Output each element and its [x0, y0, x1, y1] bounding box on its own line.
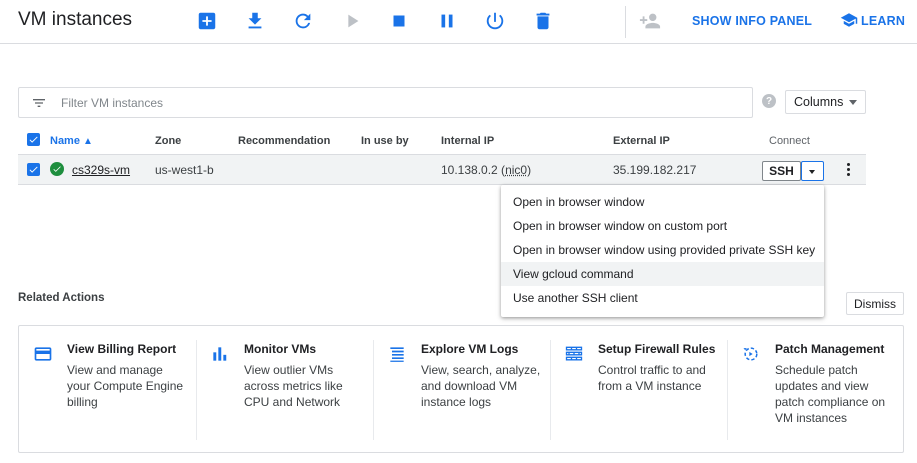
card-desc-line: Schedule patch — [775, 363, 858, 377]
card-desc-line: billing — [67, 395, 98, 409]
card-desc-line: VM instances — [775, 411, 848, 425]
column-header-external-ip[interactable]: External IP — [613, 135, 670, 147]
card-title: Setup Firewall Rules — [598, 342, 716, 356]
vm-name[interactable]: cs329s-vm — [72, 163, 130, 177]
suspend-icon[interactable] — [435, 9, 459, 33]
card-desc-line: instance logs — [421, 395, 492, 409]
card-title: Explore VM Logs — [421, 342, 519, 356]
card-description: View outlier VMs across metrics like CPU… — [244, 362, 343, 410]
column-header-name[interactable]: Name ▲ — [50, 135, 93, 147]
credit-card-icon — [33, 344, 53, 364]
menu-item-open-browser-private-key[interactable]: Open in browser window using provided pr… — [501, 238, 824, 262]
columns-label: Columns — [794, 95, 844, 109]
menu-item-view-gcloud-command[interactable]: View gcloud command — [501, 262, 824, 286]
reset-power-icon[interactable] — [483, 9, 507, 33]
menu-item-open-browser[interactable]: Open in browser window — [501, 190, 824, 214]
related-actions-title: Related Actions — [18, 292, 105, 304]
filter-icon — [33, 99, 45, 107]
card-explore-logs[interactable]: Explore VM Logs View, search, analyze, a… — [373, 326, 550, 452]
more-vert-icon[interactable] — [844, 162, 854, 178]
top-bar: VM instances SHOW INFO PANEL LEARN — [0, 0, 917, 44]
card-firewall-rules[interactable]: Setup Firewall Rules Control traffic to … — [550, 326, 727, 452]
column-name-label: Name — [50, 135, 80, 147]
column-header-in-use-by[interactable]: In use by — [361, 135, 409, 147]
table-row[interactable]: cs329s-vm us-west1-b 10.138.0.2 (nic0) 3… — [18, 155, 866, 185]
ssh-options-menu: Open in browser window Open in browser w… — [501, 185, 824, 317]
card-desc-line: Control traffic to and — [598, 363, 706, 377]
refresh-icon[interactable] — [291, 9, 315, 33]
card-monitor-vms[interactable]: Monitor VMs View outlier VMs across metr… — [196, 326, 373, 452]
card-desc-line: and download VM — [421, 379, 518, 393]
page-title: VM instances — [18, 9, 133, 30]
delete-icon[interactable] — [531, 9, 555, 33]
internal-ip-value: 10.138.0.2 — [441, 163, 498, 177]
help-icon[interactable]: ? — [762, 94, 776, 108]
card-desc-line: across metrics like — [244, 379, 343, 393]
firewall-icon — [564, 344, 584, 364]
filter-bar — [18, 87, 753, 118]
table-header: Name ▲ Zone Recommendation In use by Int… — [18, 127, 866, 155]
sort-ascending-icon: ▲ — [83, 136, 93, 147]
card-title: Patch Management — [775, 342, 885, 356]
card-desc-line: CPU and Network — [244, 395, 341, 409]
card-desc-line: updates and view — [775, 379, 869, 393]
column-header-recommendation[interactable]: Recommendation — [238, 135, 330, 147]
ssh-button[interactable]: SSH — [762, 161, 801, 181]
card-desc-line: View, search, analyze, — [421, 363, 541, 377]
card-desc-line: View and manage — [67, 363, 163, 377]
card-description: Schedule patch updates and view patch co… — [775, 362, 885, 426]
card-title: Monitor VMs — [244, 342, 316, 356]
start-icon[interactable] — [340, 9, 364, 33]
card-billing-report[interactable]: View Billing Report View and manage your… — [19, 326, 196, 452]
bar-chart-icon — [210, 344, 230, 364]
card-desc-line: your Compute Engine — [67, 379, 184, 393]
card-desc-line: View outlier VMs — [244, 363, 334, 377]
show-info-panel-button[interactable]: SHOW INFO PANEL — [692, 14, 812, 28]
card-description: Control traffic to and from a VM instanc… — [598, 362, 706, 394]
status-running-icon — [50, 162, 64, 176]
vm-name-link[interactable]: cs329s-vm — [72, 163, 130, 177]
row-checkbox[interactable] — [27, 163, 40, 176]
ssh-dropdown-button[interactable] — [801, 161, 824, 181]
menu-item-open-browser-custom-port[interactable]: Open in browser window on custom port — [501, 214, 824, 238]
column-header-internal-ip[interactable]: Internal IP — [441, 135, 494, 147]
import-vm-icon[interactable] — [243, 9, 267, 33]
column-header-connect: Connect — [769, 135, 810, 147]
card-title: View Billing Report — [67, 342, 177, 356]
filter-input[interactable] — [61, 93, 741, 113]
select-all-checkbox[interactable] — [27, 133, 40, 146]
vm-external-ip: 35.199.182.217 — [613, 163, 697, 177]
logs-icon — [387, 344, 407, 364]
card-description: View and manage your Compute Engine bill… — [67, 362, 183, 410]
toolbar-divider — [625, 6, 626, 38]
card-patch-management[interactable]: Patch Management Schedule patch updates … — [727, 326, 903, 452]
learn-button[interactable]: LEARN — [861, 14, 905, 28]
related-actions-cards: View Billing Report View and manage your… — [18, 325, 904, 453]
chevron-down-icon — [809, 170, 815, 174]
menu-item-another-ssh-client[interactable]: Use another SSH client — [501, 286, 824, 310]
nic-link[interactable]: nic0 — [505, 163, 527, 177]
card-desc-line: from a VM instance — [598, 379, 702, 393]
stop-icon[interactable] — [387, 9, 411, 33]
vm-zone: us-west1-b — [155, 163, 214, 177]
add-member-icon[interactable] — [638, 9, 662, 33]
dismiss-button[interactable]: Dismiss — [846, 292, 904, 315]
card-description: View, search, analyze, and download VM i… — [421, 362, 540, 410]
create-instance-icon[interactable] — [195, 9, 219, 33]
card-desc-line: patch compliance on — [775, 395, 886, 409]
patch-icon — [741, 344, 761, 364]
column-header-zone[interactable]: Zone — [155, 135, 181, 147]
columns-button[interactable]: Columns — [785, 90, 866, 114]
vm-internal-ip: 10.138.0.2 (nic0) — [441, 163, 532, 177]
learn-icon[interactable] — [840, 10, 858, 30]
chevron-down-icon — [849, 100, 857, 105]
